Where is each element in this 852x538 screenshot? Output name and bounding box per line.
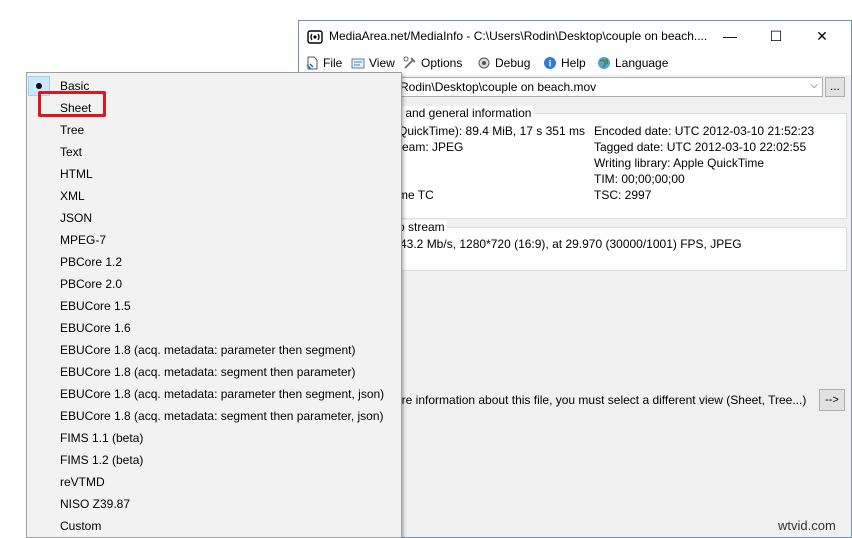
view-menu-item-json[interactable]: JSON — [27, 207, 401, 229]
chevron-down-icon[interactable]: ⌵ — [810, 80, 818, 91]
view-menu-item-pbcore-2-0[interactable]: PBCore 2.0 — [27, 273, 401, 295]
help-icon: i — [544, 57, 556, 69]
general-left-line: QuickTime): 89.4 MiB, 17 s 351 ms — [398, 124, 585, 138]
file-icon — [306, 56, 318, 70]
menu-debug[interactable]: Debug — [477, 55, 530, 71]
view-menu-item-ebucore-1-8-sp[interactable]: EBUCore 1.8 (acq. metadata: segment then… — [27, 361, 401, 383]
debug-icon — [478, 57, 490, 69]
general-right-line: TSC: 2997 — [594, 188, 652, 202]
view-menu-item-html[interactable]: HTML — [27, 163, 401, 185]
general-left-line: me TC — [398, 188, 434, 202]
options-icon — [403, 56, 416, 69]
view-menu-item-ebucore-1-8-sp-json[interactable]: EBUCore 1.8 (acq. metadata: segment then… — [27, 405, 401, 427]
sheet-annotation-box — [38, 91, 106, 117]
menu-language-label: Language — [615, 56, 669, 70]
view-menu-item-ebucore-1-8-ps[interactable]: EBUCore 1.8 (acq. metadata: parameter th… — [27, 339, 401, 361]
more-info-go-button[interactable]: --> — [819, 389, 845, 411]
general-right-line: Tagged date: UTC 2012-03-10 22:02:55 — [594, 140, 807, 154]
view-menu-item-revtmd[interactable]: reVTMD — [27, 471, 401, 493]
general-left-line: ream: JPEG — [398, 140, 464, 154]
menu-file[interactable]: File — [305, 55, 342, 71]
browse-button[interactable]: ... — [825, 77, 845, 97]
menu-help[interactable]: i Help — [543, 55, 586, 71]
menu-help-label: Help — [561, 56, 586, 70]
title-bar[interactable]: MediaArea.net/MediaInfo - C:\Users\Rodin… — [299, 21, 851, 51]
general-right-line: Writing library: Apple QuickTime — [594, 156, 765, 170]
view-menu-item-niso-z39-87[interactable]: NISO Z39.87 — [27, 493, 401, 515]
menu-options-label: Options — [421, 56, 463, 70]
maximize-button[interactable]: ☐ — [753, 21, 799, 51]
view-dropdown-menu: Basic Sheet Tree Text HTML XML JSON MPEG… — [26, 72, 402, 538]
view-menu-item-ebucore-1-6[interactable]: EBUCore 1.6 — [27, 317, 401, 339]
more-info-message: ore information about this file, you mus… — [395, 393, 807, 407]
close-button[interactable]: ✕ — [799, 21, 845, 51]
view-menu-item-fims-1-2[interactable]: FIMS 1.2 (beta) — [27, 449, 401, 471]
view-menu-item-pbcore-1-2[interactable]: PBCore 1.2 — [27, 251, 401, 273]
general-right-line: TIM: 00;00;00;00 — [594, 172, 685, 186]
menu-file-label: File — [323, 56, 343, 70]
menu-view[interactable]: View — [351, 55, 395, 71]
view-icon — [351, 58, 365, 69]
svg-text:i: i — [549, 59, 552, 69]
general-right-line: Encoded date: UTC 2012-03-10 21:52:23 — [594, 124, 815, 138]
view-menu-item-xml[interactable]: XML — [27, 185, 401, 207]
view-menu-item-tree[interactable]: Tree — [27, 119, 401, 141]
language-icon — [598, 57, 610, 69]
view-menu-item-fims-1-1[interactable]: FIMS 1.1 (beta) — [27, 427, 401, 449]
view-menu-item-custom[interactable]: Custom — [27, 515, 401, 537]
minimize-button[interactable]: — — [707, 21, 753, 51]
view-menu-item-ebucore-1-8-ps-json[interactable]: EBUCore 1.8 (acq. metadata: parameter th… — [27, 383, 401, 405]
watermark-text: wtvid.com — [778, 518, 836, 533]
general-group-title: r and general information — [396, 106, 534, 120]
menu-options[interactable]: Options — [403, 55, 462, 71]
mediainfo-app-icon — [307, 30, 323, 44]
video-group-title: o stream — [396, 220, 447, 234]
view-menu-item-ebucore-1-5[interactable]: EBUCore 1.5 — [27, 295, 401, 317]
view-menu-item-text[interactable]: Text — [27, 141, 401, 163]
file-path-value: Rodin\Desktop\couple on beach.mov — [400, 80, 597, 94]
menu-debug-label: Debug — [495, 56, 531, 70]
menu-language[interactable]: Language — [597, 55, 668, 71]
menu-view-label: View — [369, 56, 395, 70]
video-info-line: 43.2 Mb/s, 1280*720 (16:9), at 29.970 (3… — [400, 237, 742, 251]
window-title: MediaArea.net/MediaInfo - C:\Users\Rodin… — [329, 29, 708, 43]
view-menu-item-mpeg7[interactable]: MPEG-7 — [27, 229, 401, 251]
